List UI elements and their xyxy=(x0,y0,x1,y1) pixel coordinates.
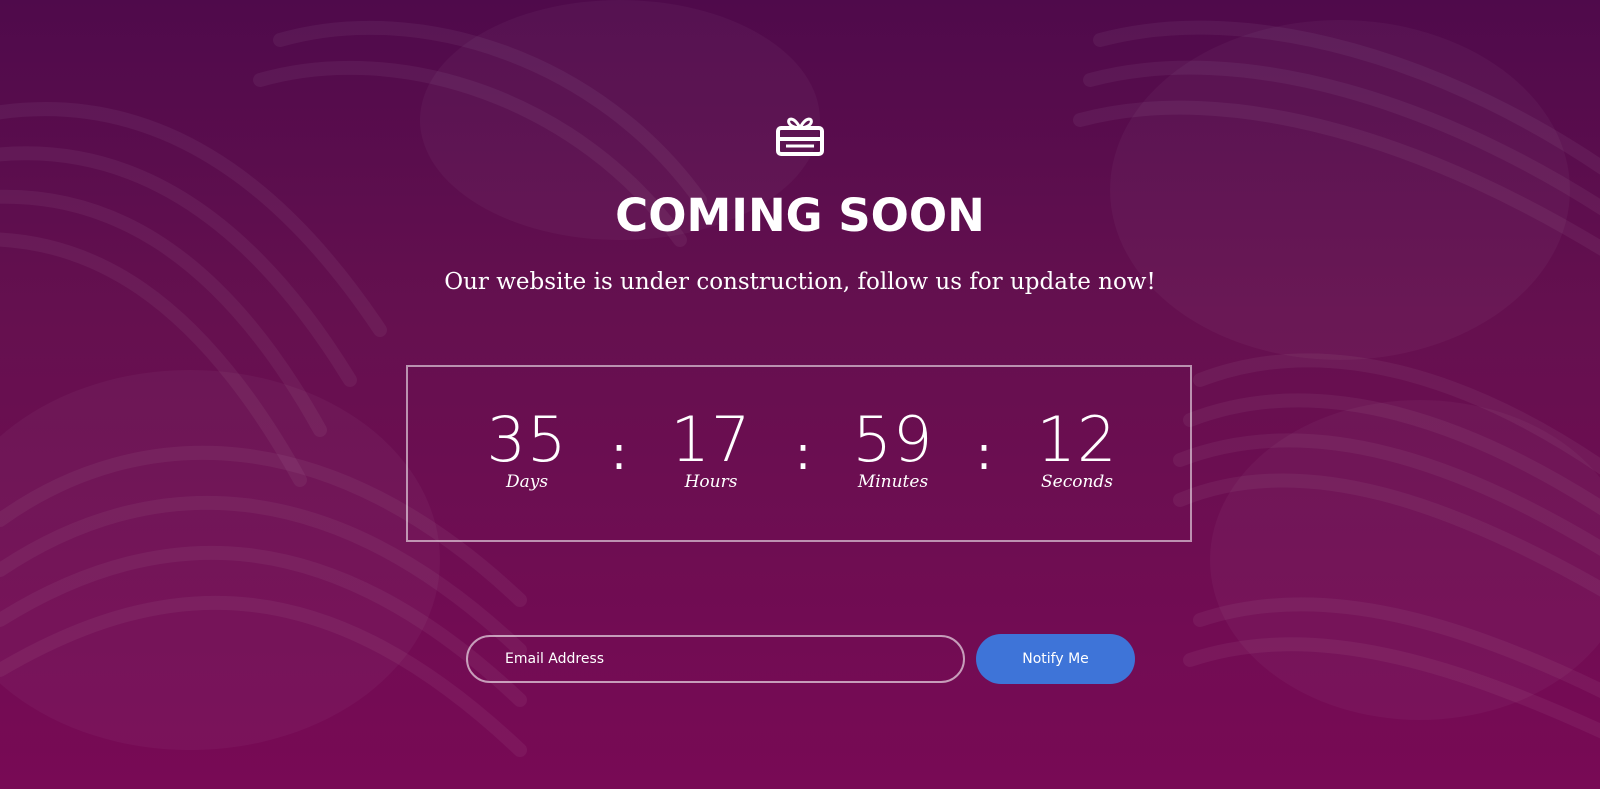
seconds-label: Seconds xyxy=(1040,472,1114,492)
minutes-value: 59 xyxy=(852,403,934,476)
countdown-separator: : xyxy=(795,426,811,480)
minutes-label: Minutes xyxy=(857,472,929,492)
page-subtitle: Our website is under construction, follo… xyxy=(444,269,1156,295)
days-label: Days xyxy=(505,472,549,492)
countdown-days: 35 Days xyxy=(457,403,597,493)
notify-me-button[interactable]: Notify Me xyxy=(976,634,1135,684)
hours-value: 17 xyxy=(670,403,752,476)
gift-icon xyxy=(776,117,824,156)
seconds-value: 12 xyxy=(1036,403,1118,476)
hours-label: Hours xyxy=(684,472,738,492)
countdown-seconds: 12 Seconds xyxy=(1007,403,1147,493)
countdown-separator: : xyxy=(611,426,627,480)
page-title: COMING SOON xyxy=(615,189,985,242)
coming-soon-page: COMING SOON Our website is under constru… xyxy=(0,0,1600,789)
countdown-timer: 35 Days : 17 Hours : 59 Minutes : 12 Sec… xyxy=(406,365,1192,542)
email-input[interactable] xyxy=(466,635,965,683)
countdown-separator: : xyxy=(976,426,992,480)
countdown-hours: 17 Hours xyxy=(641,403,781,493)
days-value: 35 xyxy=(486,403,568,476)
countdown-minutes: 59 Minutes xyxy=(823,403,963,493)
